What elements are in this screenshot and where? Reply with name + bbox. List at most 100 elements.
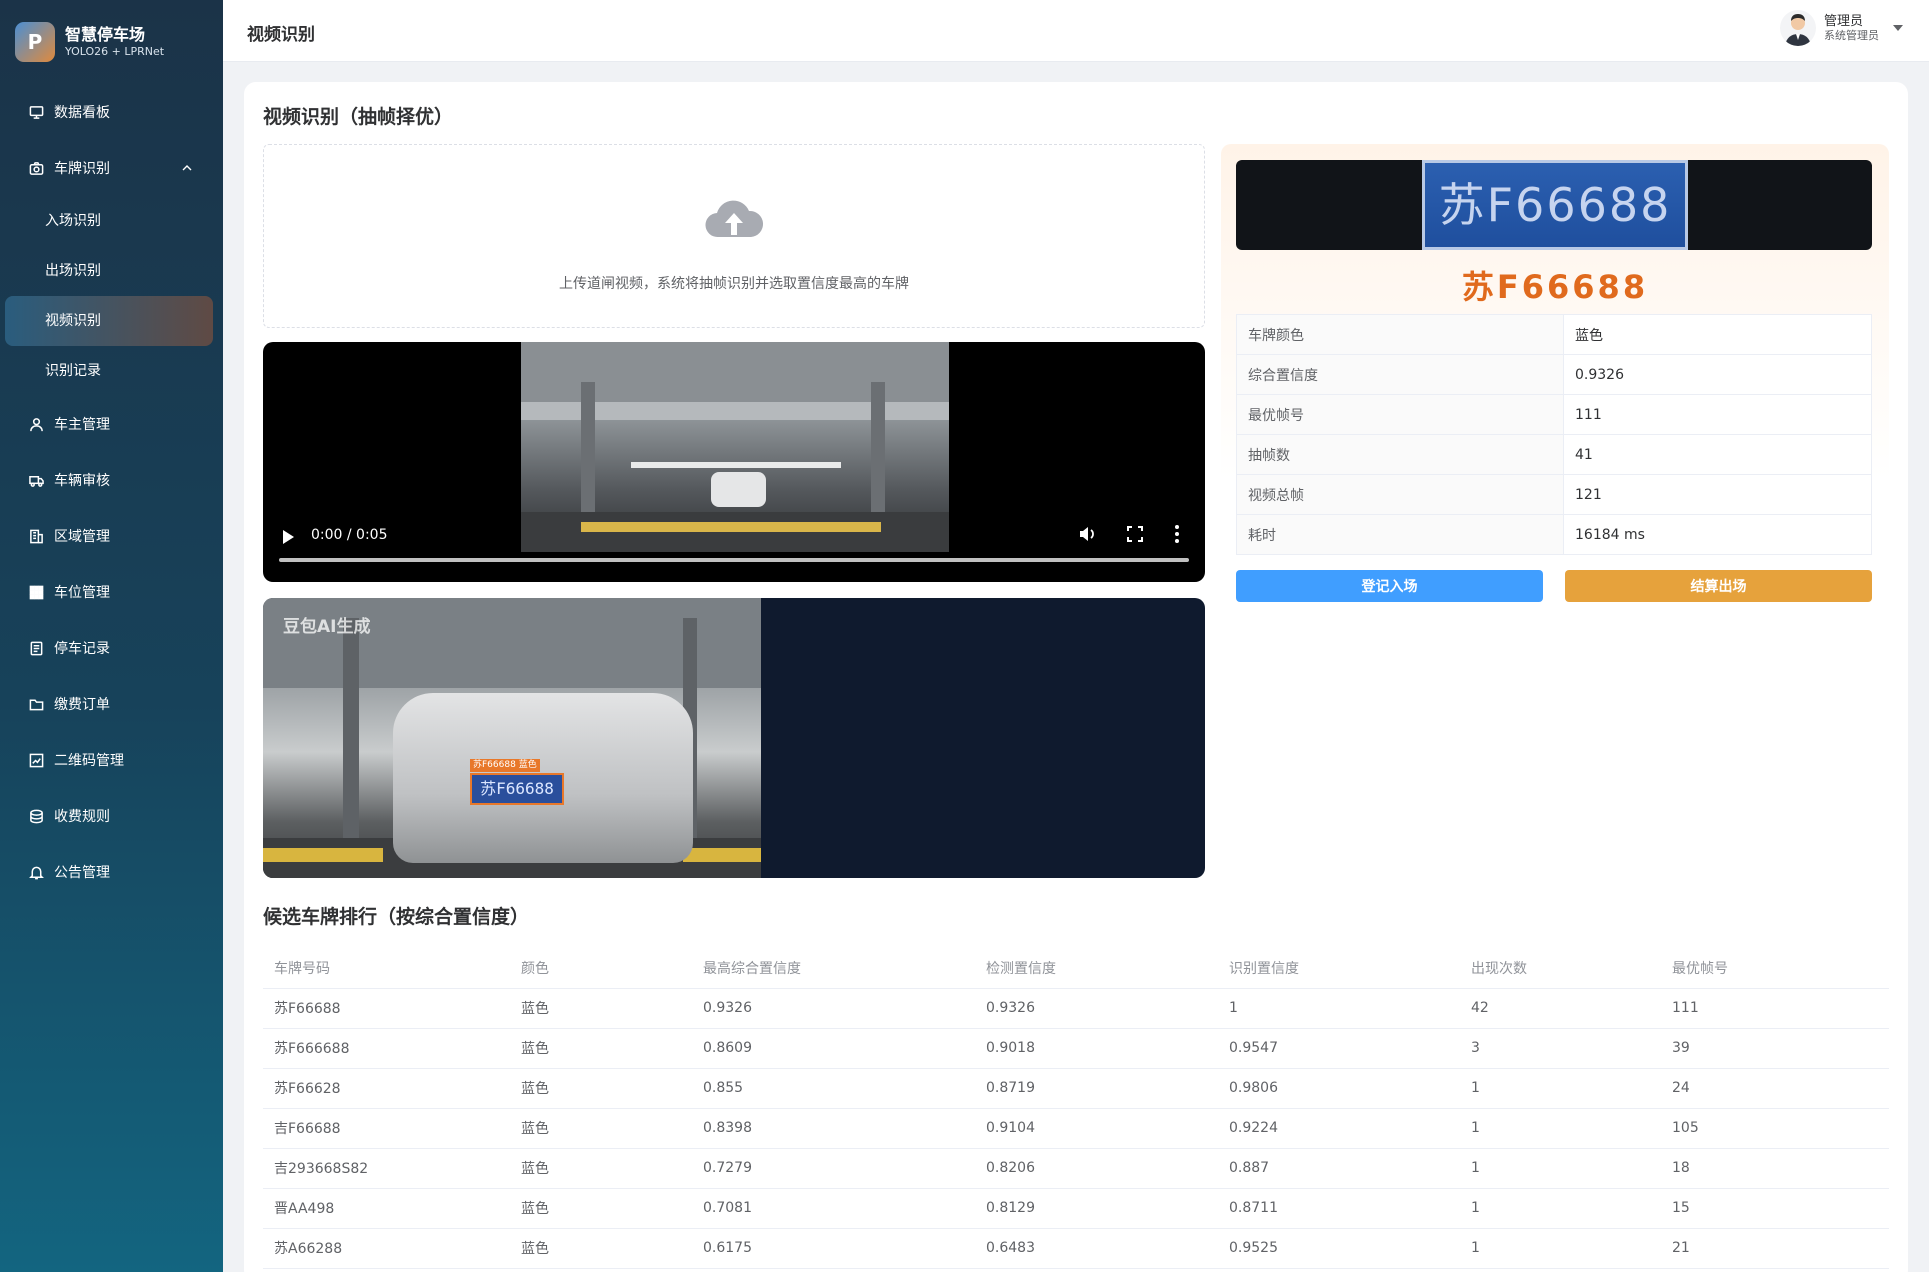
detection-label: 苏F66688 蓝色 (470, 759, 540, 772)
table-cell: 105 (1661, 1108, 1889, 1149)
sidebar-item-dashboard[interactable]: 数据看板 (0, 84, 223, 140)
table-header-cell[interactable]: 车牌号码 (263, 948, 510, 989)
chart-icon (28, 752, 44, 768)
settle-exit-button[interactable]: 结算出场 (1565, 570, 1872, 602)
sidebar-subitem-video[interactable]: 视频识别 (5, 296, 213, 346)
sidebar-item-announcements[interactable]: 公告管理 (0, 844, 223, 900)
chevron-up-icon (182, 165, 192, 171)
result-info-key: 耗时 (1236, 514, 1564, 555)
table-cell: 蓝色 (510, 1148, 692, 1189)
result-info-row: 耗时 16184 ms (1236, 514, 1872, 555)
table-header-cell[interactable]: 最高综合置信度 (692, 948, 975, 989)
camera-icon (28, 160, 44, 176)
sidebar-item-label: 停车记录 (54, 641, 110, 657)
sidebar-item-owners[interactable]: 车主管理 (0, 396, 223, 452)
sidebar-item-plate-recognition[interactable]: 车牌识别 (0, 140, 223, 196)
plate-crop-image: 苏F66688 (1236, 160, 1872, 250)
sidebar-item-qrcode[interactable]: 二维码管理 (0, 732, 223, 788)
table-header-cell[interactable]: 识别置信度 (1218, 948, 1460, 989)
more-vertical-icon[interactable] (1174, 524, 1180, 544)
table-cell: 0.8711 (1218, 1188, 1460, 1229)
play-icon[interactable] (283, 530, 294, 544)
video-progress-bar[interactable] (279, 558, 1189, 562)
sidebar-item-zones[interactable]: 区域管理 (0, 508, 223, 564)
table-row[interactable]: 吉293668S82 蓝色 0.7279 0.8206 0.887 1 18 (263, 1148, 1889, 1189)
table-header-cell[interactable]: 出现次数 (1460, 948, 1661, 989)
register-entry-button[interactable]: 登记入场 (1236, 570, 1543, 602)
table-cell: 15 (1661, 1188, 1889, 1229)
table-row[interactable]: 苏F666688 蓝色 0.8609 0.9018 0.9547 3 39 (263, 1028, 1889, 1069)
sidebar-item-label: 车主管理 (54, 417, 110, 433)
caret-down-icon[interactable] (1893, 25, 1903, 31)
volume-icon[interactable] (1077, 524, 1097, 544)
table-cell: 42 (1460, 988, 1661, 1029)
table-cell: 39 (1661, 1028, 1889, 1069)
table-cell: 0.9326 (692, 988, 975, 1029)
result-info-row: 综合置信度 0.9326 (1236, 354, 1872, 395)
sidebar-subitem-entry[interactable]: 入场识别 (0, 196, 223, 246)
result-info-row: 视频总帧 121 (1236, 474, 1872, 515)
page-title: 视频识别 (247, 25, 315, 45)
table-row[interactable]: 苏F66628 蓝色 0.855 0.8719 0.9806 1 24 (263, 1068, 1889, 1109)
sidebar-item-payment-orders[interactable]: 缴费订单 (0, 676, 223, 732)
sidebar-item-label: 公告管理 (54, 865, 110, 881)
bell-icon (28, 864, 44, 880)
truck-icon (28, 472, 44, 488)
video-player[interactable]: 0:00 / 0:05 (263, 342, 1205, 582)
table-header-cell[interactable]: 检测置信度 (975, 948, 1218, 989)
table-cell: 蓝色 (510, 1068, 692, 1109)
sidebar-item-parking-records[interactable]: 停车记录 (0, 620, 223, 676)
user-menu[interactable]: 管理员 系统管理员 (1780, 10, 1903, 46)
table-row[interactable]: 吉F66688 蓝色 0.8398 0.9104 0.9224 1 105 (263, 1108, 1889, 1149)
table-cell: 1 (1460, 1068, 1661, 1109)
table-cell: 0.8129 (975, 1188, 1218, 1229)
table-cell: 蓝色 (510, 1188, 692, 1229)
table-header-cell[interactable]: 颜色 (510, 948, 692, 989)
sidebar-menu: 数据看板 车牌识别 入场识别 出场识别 视频识别 识别记录 车主管理 车辆审核 … (0, 84, 223, 900)
fullscreen-icon[interactable] (1126, 525, 1144, 543)
result-info-value: 蓝色 (1563, 314, 1872, 355)
sidebar-item-fee-rules[interactable]: 收费规则 (0, 788, 223, 844)
table-cell: 0.6175 (692, 1228, 975, 1269)
brand-subtitle: YOLO26 + LPRNet (65, 45, 165, 58)
table-cell: 1 (1460, 1148, 1661, 1189)
sidebar-item-spaces[interactable]: 车位管理 (0, 564, 223, 620)
sidebar-item-label: 车牌识别 (54, 161, 110, 177)
result-info-key: 视频总帧 (1236, 474, 1564, 515)
sidebar-item-label: 收费规则 (54, 809, 110, 825)
result-info-key: 抽帧数 (1236, 434, 1564, 475)
table-row[interactable]: 苏F66688 蓝色 0.9326 0.9326 1 42 111 (263, 988, 1889, 1029)
sidebar: P 智慧停车场 YOLO26 + LPRNet 数据看板 车牌识别 入场识别 出… (0, 0, 223, 1272)
video-upload-area[interactable]: 上传道闸视频，系统将抽帧识别并选取置信度最高的车牌 (263, 144, 1205, 328)
watermark: 豆包AI生成 (283, 617, 371, 637)
sidebar-subitem-records[interactable]: 识别记录 (0, 346, 223, 396)
result-info-table: 车牌颜色 蓝色 综合置信度 0.9326 最优帧号 111 抽帧数 41 视频总帧 121 耗时 16… (1236, 314, 1872, 555)
table-cell: 0.9806 (1218, 1068, 1460, 1109)
table-row[interactable]: 苏A66288 蓝色 0.6175 0.6483 0.9525 1 21 (263, 1228, 1889, 1269)
sidebar-item-vehicle-review[interactable]: 车辆审核 (0, 452, 223, 508)
table-cell: 18 (1661, 1148, 1889, 1189)
table-cell: 1 (1460, 1108, 1661, 1149)
table-cell: 苏F66688 (263, 988, 510, 1029)
table-row[interactable]: 晋AA498 蓝色 0.7081 0.8129 0.8711 1 15 (263, 1188, 1889, 1229)
user-icon (28, 416, 44, 432)
result-info-row: 最优帧号 111 (1236, 394, 1872, 435)
result-info-value: 0.9326 (1563, 354, 1872, 395)
coins-icon (28, 808, 44, 824)
result-info-key: 综合置信度 (1236, 354, 1564, 395)
sidebar-item-label: 区域管理 (54, 529, 110, 545)
table-header-cell[interactable]: 最优帧号 (1661, 948, 1889, 989)
table-cell: 0.7279 (692, 1148, 975, 1189)
table-cell: 蓝色 (510, 1228, 692, 1269)
sidebar-subitem-exit[interactable]: 出场识别 (0, 246, 223, 296)
table-cell: 3 (1460, 1028, 1661, 1069)
table-cell: 苏F666688 (263, 1028, 510, 1069)
table-cell: 蓝色 (510, 1108, 692, 1149)
result-info-value: 121 (1563, 474, 1872, 515)
main-card: 视频识别（抽帧择优） 上传道闸视频，系统将抽帧识别并选取置信度最高的车牌 0:0… (244, 82, 1908, 1272)
table-cell: 苏A66288 (263, 1228, 510, 1269)
table-cell: 蓝色 (510, 988, 692, 1029)
result-info-value: 41 (1563, 434, 1872, 475)
top-header: 视频识别 管理员 系统管理员 (223, 0, 1929, 62)
table-cell: 苏F66628 (263, 1068, 510, 1109)
